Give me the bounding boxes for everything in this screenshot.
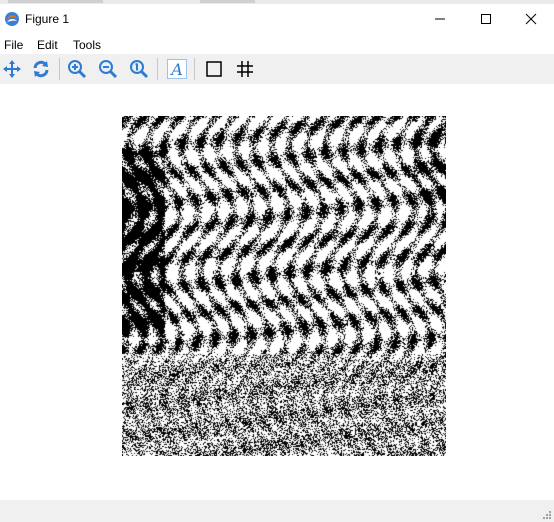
reset-view-button[interactable] bbox=[29, 57, 53, 81]
zoom-in-icon bbox=[68, 60, 87, 79]
minimize-button[interactable] bbox=[417, 4, 463, 34]
pan-icon bbox=[3, 60, 21, 78]
toolbar-separator bbox=[157, 58, 158, 80]
zoom-in-button[interactable] bbox=[65, 57, 89, 81]
close-icon bbox=[525, 13, 537, 25]
title-bar[interactable]: Figure 1 bbox=[0, 4, 554, 34]
zoom-actual-button[interactable] bbox=[127, 57, 151, 81]
menu-tools[interactable]: Tools bbox=[73, 38, 101, 52]
status-bar bbox=[0, 500, 554, 522]
resize-grip-icon[interactable] bbox=[542, 510, 552, 520]
svg-text:A: A bbox=[169, 60, 183, 79]
menu-file[interactable]: File bbox=[4, 38, 23, 52]
figure-canvas-area[interactable] bbox=[0, 84, 554, 500]
grid-tool-button[interactable] bbox=[233, 57, 257, 81]
zoom-actual-icon bbox=[130, 60, 149, 79]
background-tab bbox=[8, 0, 103, 3]
menu-bar: File Edit Tools bbox=[0, 36, 554, 54]
minimize-icon bbox=[435, 18, 445, 20]
maximize-button[interactable] bbox=[463, 4, 509, 34]
background-tab bbox=[200, 0, 255, 3]
binary-image bbox=[122, 116, 446, 456]
toolbar: A bbox=[0, 54, 554, 84]
text-tool-button[interactable]: A bbox=[165, 57, 189, 81]
window-title: Figure 1 bbox=[25, 12, 70, 26]
zoom-out-button[interactable] bbox=[96, 57, 120, 81]
menu-edit[interactable]: Edit bbox=[37, 38, 58, 52]
rectangle-tool-button[interactable] bbox=[202, 57, 226, 81]
rectangle-icon bbox=[206, 61, 222, 77]
toolbar-separator bbox=[194, 58, 195, 80]
zoom-out-icon bbox=[99, 60, 118, 79]
reset-view-icon bbox=[33, 60, 49, 78]
maximize-icon bbox=[481, 14, 491, 24]
grid-icon bbox=[237, 61, 253, 77]
close-button[interactable] bbox=[508, 4, 554, 34]
toolbar-separator bbox=[59, 58, 60, 80]
app-icon bbox=[5, 12, 19, 26]
text-icon: A bbox=[167, 59, 187, 79]
pan-button[interactable] bbox=[0, 57, 24, 81]
